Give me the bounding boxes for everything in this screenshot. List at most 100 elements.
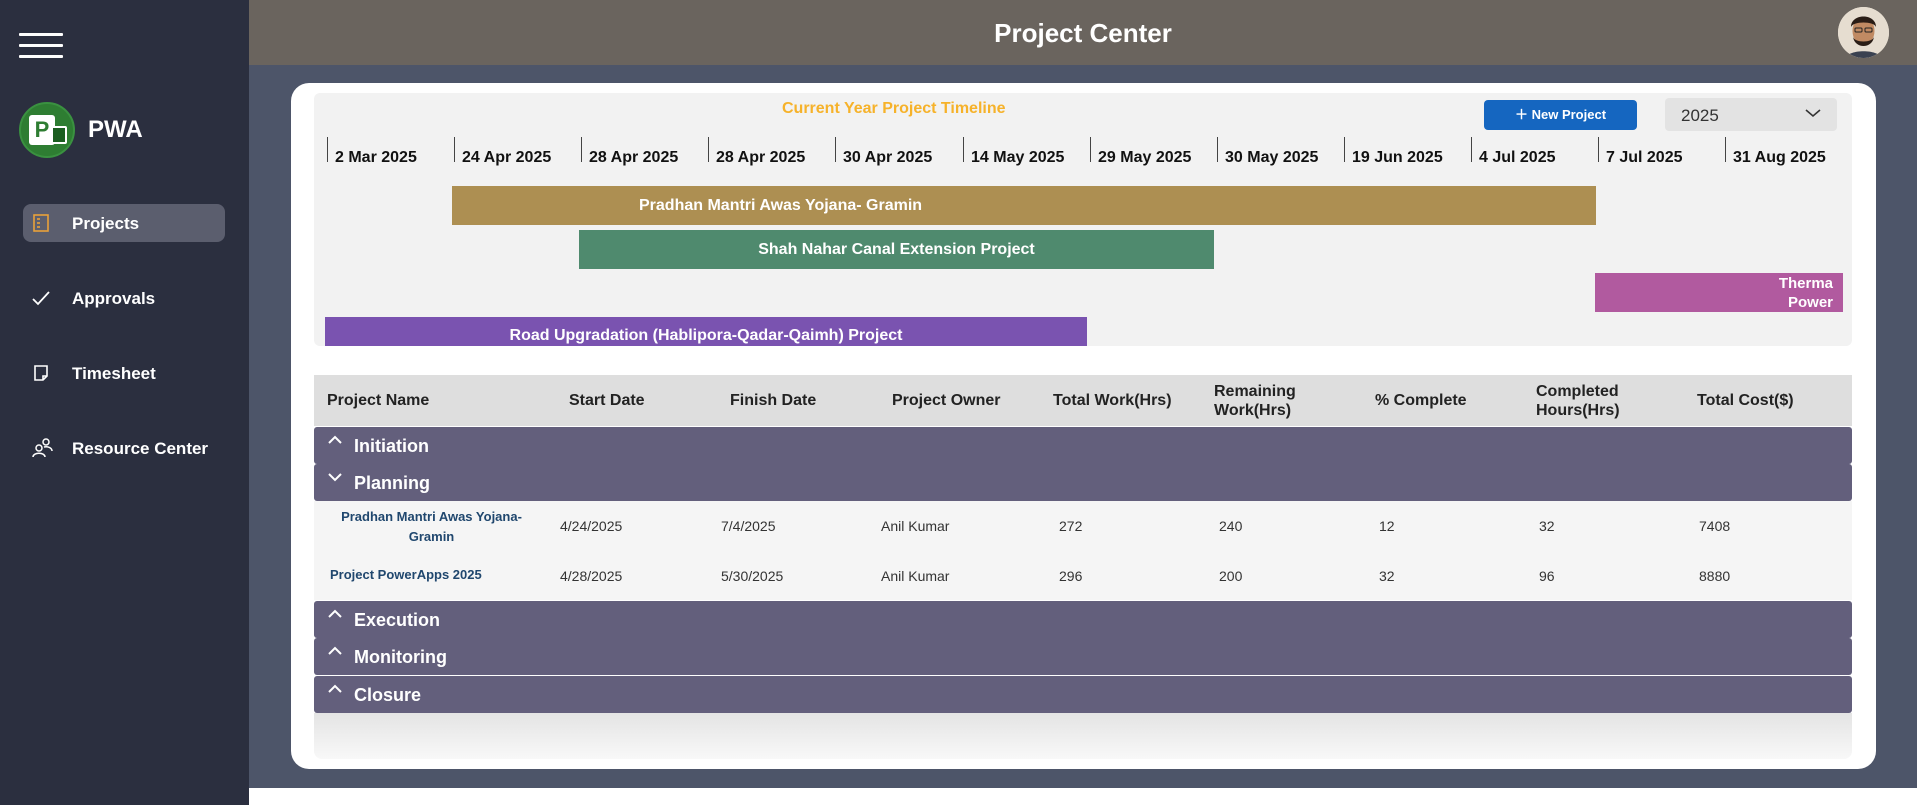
timeline-tick	[1725, 137, 1726, 162]
table-row[interactable]: Pradhan Mantri Awas Yojana-Gramin 4/24/2…	[314, 501, 1852, 551]
grid-footer	[314, 713, 1852, 759]
timeline-tick	[327, 137, 328, 162]
column-header[interactable]: Project Name	[327, 392, 429, 410]
timeline-tick-label: 24 Apr 2025	[462, 149, 552, 166]
group-label: Closure	[354, 685, 422, 705]
column-header[interactable]: Total Cost($)	[1697, 392, 1794, 410]
timeline-tick-label: 28 Apr 2025	[716, 149, 806, 166]
total-work-cell: 272	[1059, 518, 1083, 534]
nav-label-projects: Projects	[72, 214, 140, 233]
timeline-tick-label: 2 Mar 2025	[335, 149, 417, 166]
timeline-bar[interactable]: Therma Power	[1595, 273, 1843, 312]
percent-complete-cell: 12	[1379, 518, 1395, 534]
owner-cell: Anil Kumar	[881, 518, 950, 534]
people-icon	[31, 438, 53, 458]
chevron-up-icon	[326, 607, 344, 629]
year-value: 2025	[1681, 106, 1719, 125]
timeline-bar-label: Road Upgradation (Hablipora-Qadar-Qaimh)…	[509, 327, 903, 344]
total-cost-cell: 7408	[1699, 518, 1731, 534]
completed-hours-cell: 32	[1539, 518, 1555, 534]
timeline-bar-label: Pradhan Mantri Awas Yojana- Gramin	[639, 196, 923, 214]
timeline-tick-label: 30 Apr 2025	[843, 149, 933, 166]
chevron-down-icon	[326, 470, 344, 492]
group-monitoring[interactable]: Monitoring	[314, 638, 1852, 675]
sidebar: P PWA Projects Approvals Timesheet Resou…	[0, 0, 249, 805]
nav-label-resource-center: Resource Center	[72, 439, 209, 458]
column-header[interactable]: Finish Date	[730, 392, 816, 410]
group-planning[interactable]: Planning	[314, 464, 1852, 501]
timeline-bar[interactable]: Road Upgradation (Hablipora-Qadar-Qaimh)…	[325, 317, 1087, 346]
pwa-logo-icon: P	[19, 102, 75, 158]
column-header[interactable]: Remaining Work(Hrs)	[1214, 382, 1324, 420]
timeline-tick	[1598, 137, 1599, 162]
timesheet-icon	[31, 363, 51, 383]
start-date-cell: 4/24/2025	[560, 518, 623, 534]
timeline-tick-label: 31 Aug 2025	[1733, 149, 1826, 166]
timeline-tick-label: 7 Jul 2025	[1606, 149, 1683, 166]
group-label: Planning	[354, 473, 430, 493]
owner-cell: Anil Kumar	[881, 568, 950, 584]
total-work-cell: 296	[1059, 568, 1083, 584]
group-label: Initiation	[354, 436, 429, 456]
timeline-tick	[1090, 137, 1091, 162]
chevron-down-icon	[1805, 104, 1821, 125]
nav-label-timesheet: Timesheet	[72, 364, 156, 383]
timeline-tick-label: 30 May 2025	[1225, 149, 1319, 166]
checkmark-icon	[31, 288, 51, 308]
chevron-up-icon	[326, 644, 344, 666]
project-name-link[interactable]: Pradhan Mantri Awas Yojana-Gramin	[334, 507, 529, 547]
page-title: Project Center	[994, 18, 1172, 48]
group-initiation[interactable]: Initiation	[314, 427, 1852, 464]
group-label: Monitoring	[354, 647, 447, 667]
timeline-bar-label: Therma Power	[1778, 274, 1833, 311]
timeline-tick	[581, 137, 582, 162]
total-cost-cell: 8880	[1699, 568, 1731, 584]
nav-item-projects[interactable]: Projects	[23, 204, 225, 242]
timeline-bar[interactable]: Shah Nahar Canal Extension Project	[579, 230, 1214, 269]
new-project-label: New Project	[1531, 107, 1607, 122]
project-name-link[interactable]: Project PowerApps 2025	[330, 567, 482, 582]
timeline-tick	[1471, 137, 1472, 162]
app-name: PWA	[88, 116, 143, 143]
percent-complete-cell: 32	[1379, 568, 1395, 584]
column-header[interactable]: Completed Hours(Hrs)	[1536, 382, 1646, 420]
column-header[interactable]: Total Work(Hrs)	[1053, 392, 1172, 410]
group-label: Execution	[354, 610, 441, 630]
timeline-bar-label: Shah Nahar Canal Extension Project	[758, 240, 1035, 258]
column-header[interactable]: Project Owner	[892, 392, 1000, 410]
user-avatar[interactable]	[1838, 7, 1889, 58]
table-row[interactable]: Project PowerApps 2025 4/28/2025 5/30/20…	[314, 551, 1852, 600]
timeline-tick	[835, 137, 836, 162]
year-dropdown[interactable]: 2025	[1665, 98, 1837, 131]
new-project-button[interactable]: ＋ New Project	[1484, 100, 1637, 130]
grid-header: Project Name Start Date Finish Date Proj…	[314, 375, 1852, 426]
column-header[interactable]: Start Date	[569, 392, 645, 410]
group-closure[interactable]: Closure	[314, 676, 1852, 713]
nav-label-approvals: Approvals	[72, 289, 156, 308]
remaining-work-cell: 200	[1219, 568, 1243, 584]
timeline-tick	[708, 137, 709, 162]
column-header[interactable]: % Complete	[1375, 392, 1467, 410]
timeline-tick-label: 4 Jul 2025	[1479, 149, 1556, 166]
finish-date-cell: 5/30/2025	[721, 568, 784, 584]
timeline-title: Current Year Project Timeline	[782, 100, 1006, 117]
nav-item-approvals[interactable]: Approvals	[23, 279, 225, 317]
timeline-tick	[1217, 137, 1218, 162]
nav-item-timesheet[interactable]: Timesheet	[23, 354, 225, 392]
chevron-up-icon	[326, 433, 344, 455]
top-header: Project Center	[249, 0, 1917, 65]
chevron-up-icon	[326, 682, 344, 704]
remaining-work-cell: 240	[1219, 518, 1243, 534]
hamburger-menu-icon[interactable]	[19, 33, 63, 59]
timeline-tick-label: 19 Jun 2025	[1352, 149, 1443, 166]
timeline-tick	[454, 137, 455, 162]
timeline-tick	[1344, 137, 1345, 162]
timeline-tick-label: 14 May 2025	[971, 149, 1065, 166]
group-execution[interactable]: Execution	[314, 601, 1852, 638]
timeline-bar[interactable]: Pradhan Mantri Awas Yojana- Gramin	[452, 186, 1596, 225]
finish-date-cell: 7/4/2025	[721, 518, 776, 534]
plus-icon: ＋	[1514, 107, 1528, 122]
timeline-tick-label: 28 Apr 2025	[589, 149, 679, 166]
timeline-tick	[963, 137, 964, 162]
nav-item-resource-center[interactable]: Resource Center	[23, 429, 225, 467]
